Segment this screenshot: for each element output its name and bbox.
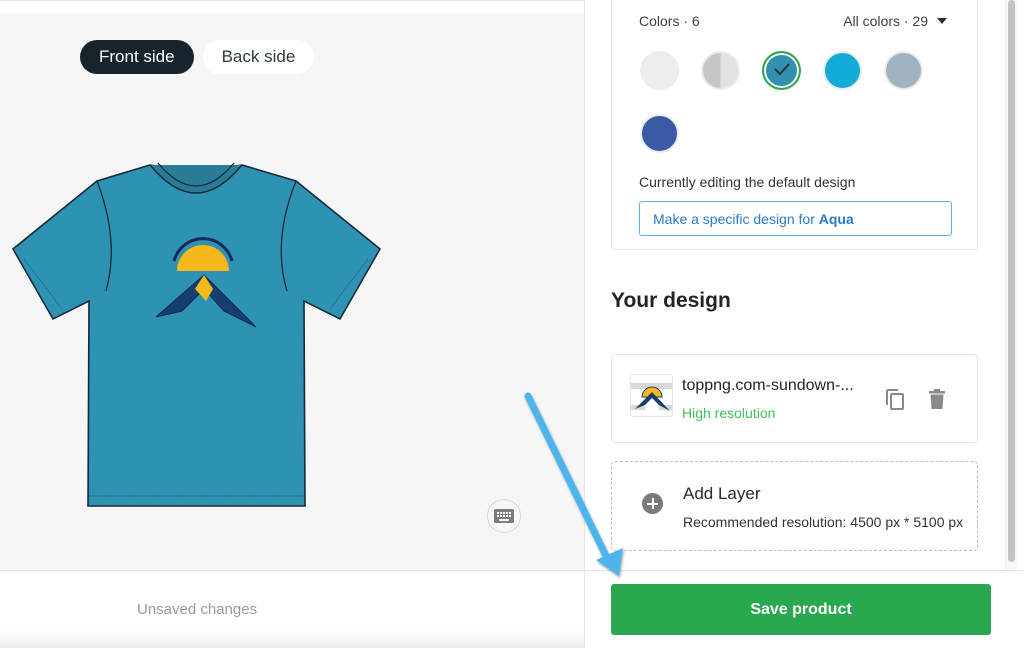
specific-color-name: Aqua [818,210,854,227]
unsaved-changes-status: Unsaved changes [137,601,258,618]
footer-actions: Save product [584,570,1024,648]
layer-resolution-status: High resolution [682,405,776,421]
front-side-tab[interactable]: Front side [80,40,194,74]
back-side-tab[interactable]: Back side [202,40,315,74]
scrollbar-thumb[interactable] [1008,0,1015,562]
color-swatch-heather-grey[interactable] [701,51,740,90]
keyboard-shortcuts-button[interactable] [487,499,521,533]
color-swatch-turquoise[interactable] [823,51,862,90]
editing-status-text: Currently editing the default design [639,174,856,190]
plus-circle-icon [642,493,663,514]
colors-card: Colors · 6 All colors · 29 Currently edi… [611,0,978,250]
footer-status-bar: Unsaved changes [0,570,584,648]
design-layer-item[interactable]: toppng.com-sundown-... High resolution [611,354,978,443]
color-swatches [640,51,960,153]
footer-fade [0,630,584,648]
keyboard-icon [494,509,514,523]
color-swatch-heather-blue[interactable] [884,51,923,90]
make-specific-design-button[interactable]: Make a specific design for Aqua [639,201,952,236]
layer-thumbnail [630,374,673,417]
colors-count-label: Colors · 6 [639,13,700,29]
save-product-button[interactable]: Save product [611,584,991,635]
layer-file-name: toppng.com-sundown-... [682,377,854,394]
checkmark-icon [774,63,790,76]
top-strip [0,1,584,13]
settings-panel: Colors · 6 All colors · 29 Currently edi… [584,0,1024,570]
caret-down-icon [937,18,947,24]
color-swatch-royal-blue[interactable] [640,114,679,153]
trash-icon [929,389,945,409]
all-colors-label: All colors · 29 [843,13,928,29]
tshirt-mockup [11,162,382,507]
side-toggle: Front side Back side [80,40,315,74]
add-layer-button[interactable]: Add Layer Recommended resolution: 4500 p… [611,461,978,551]
copy-icon [886,389,904,410]
color-swatch-white[interactable] [640,51,679,90]
recommended-resolution-text: Recommended resolution: 4500 px * 5100 p… [683,514,964,530]
all-colors-dropdown[interactable]: All colors · 29 [843,13,947,29]
duplicate-layer-button[interactable] [882,386,908,412]
mountain-logo-thumbnail [631,383,672,411]
product-preview: Front side Back side [0,0,584,570]
tshirt-body [11,162,382,507]
specific-prefix: Make a specific design for [653,210,819,227]
your-design-heading: Your design [611,289,731,312]
product-editor: Front side Back side Unsaved changes Col… [0,0,1024,648]
add-layer-title: Add Layer [683,484,761,503]
delete-layer-button[interactable] [924,386,950,412]
color-swatch-aqua[interactable] [762,51,801,90]
